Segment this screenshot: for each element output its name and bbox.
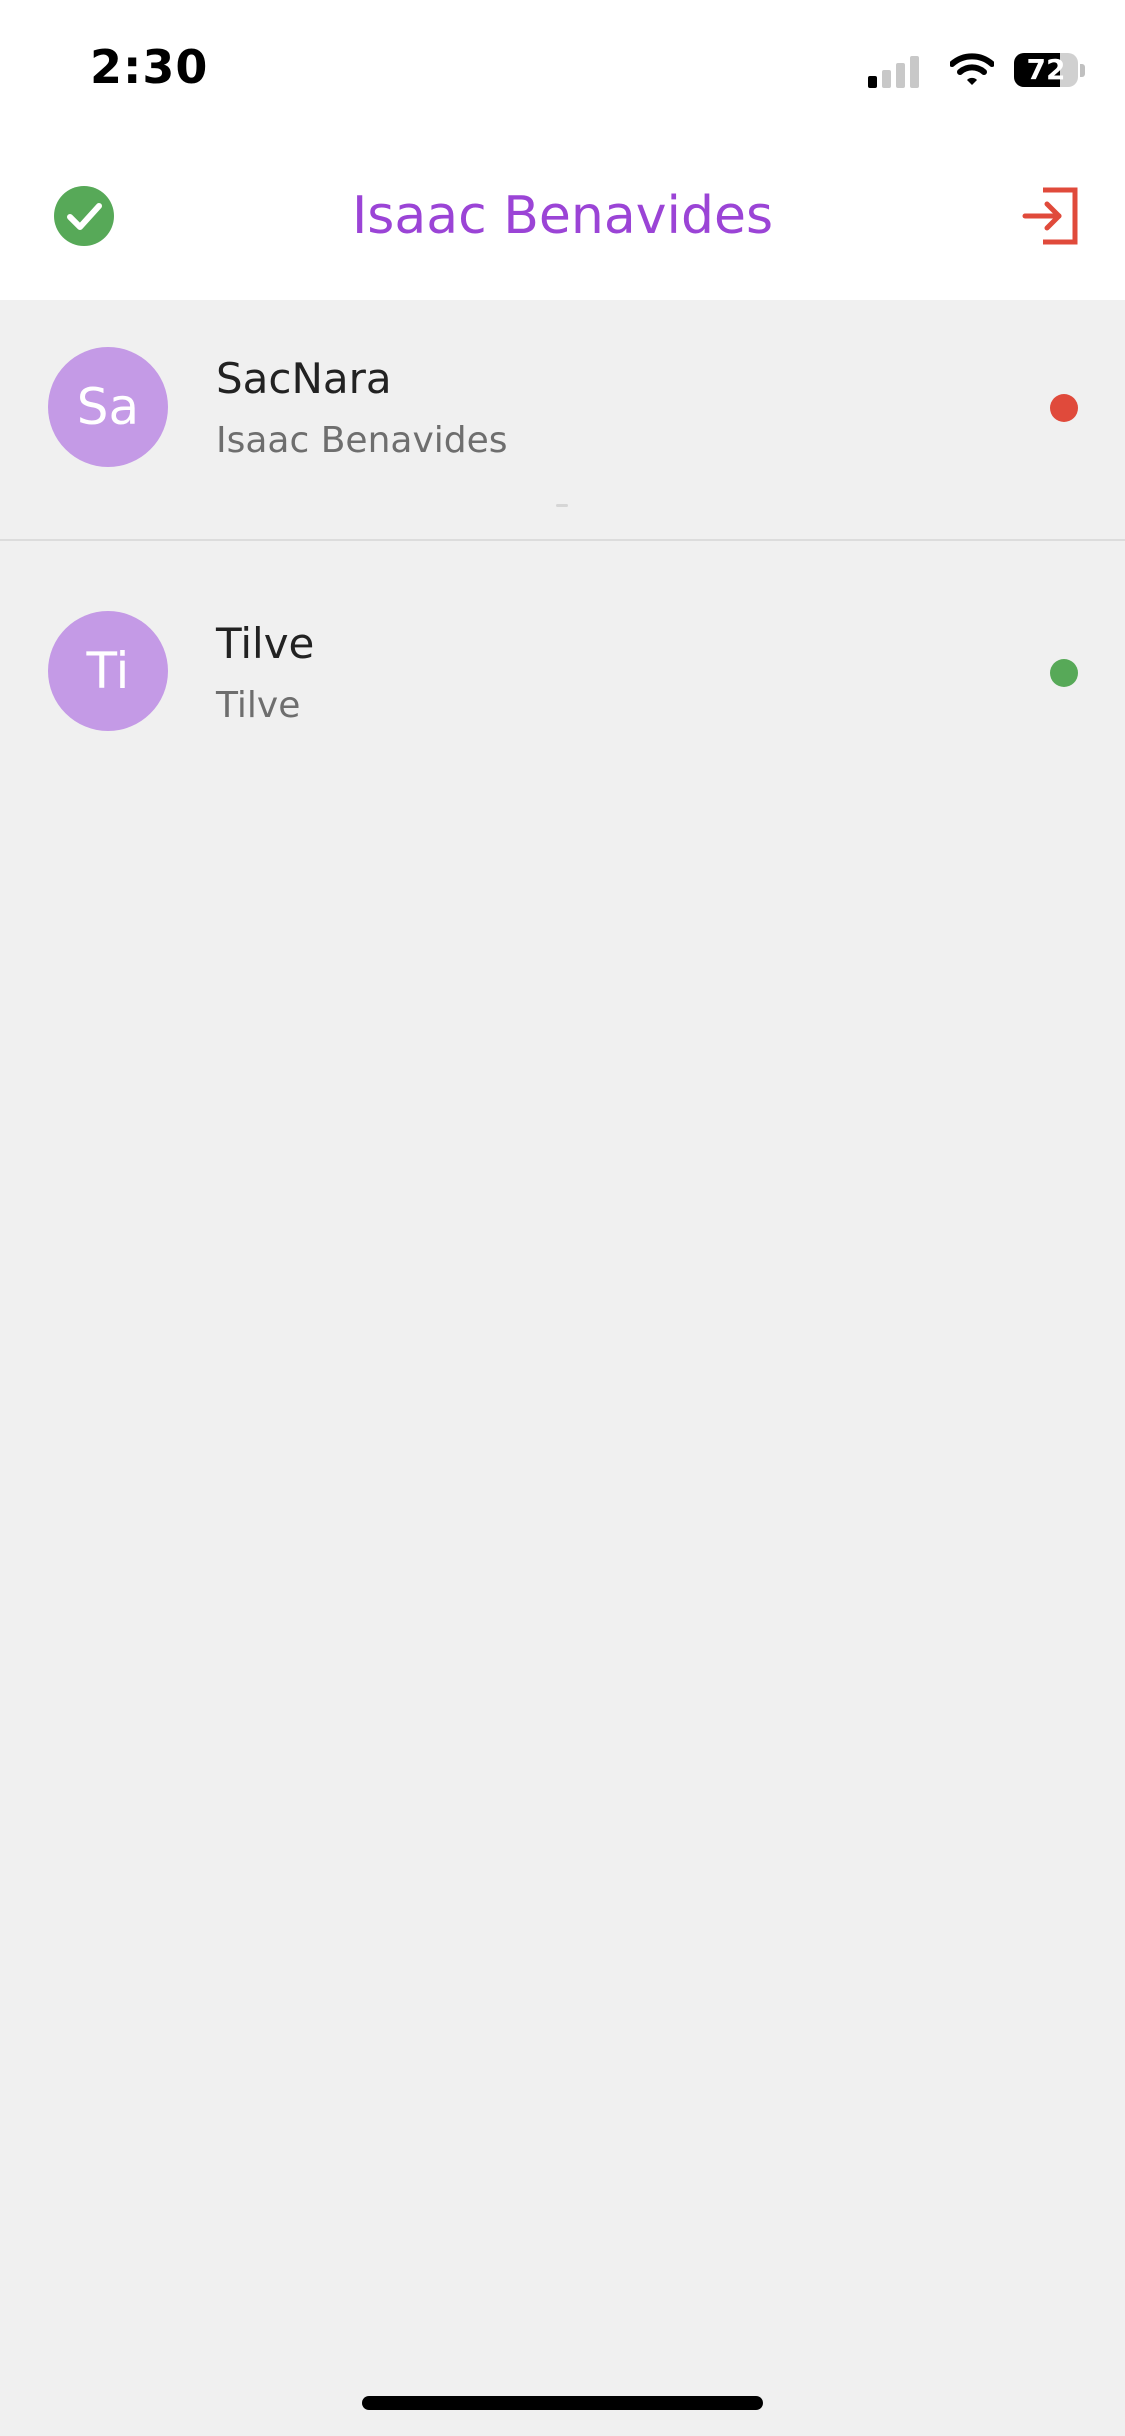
contact-subtitle: Isaac Benavides <box>216 420 508 461</box>
status-icons: 72 <box>868 48 1085 92</box>
contact-name: Tilve <box>216 619 315 668</box>
battery-cap <box>1080 63 1085 77</box>
status-bar: 2:30 72 <box>0 0 1125 140</box>
battery-icon: 72 <box>1014 53 1078 87</box>
contact-list: Sa SacNara Isaac Benavides Ti Tilve Tilv… <box>0 300 1125 779</box>
contact-row-sacnara[interactable]: Sa SacNara Isaac Benavides <box>0 300 1125 539</box>
app-header: Isaac Benavides <box>0 140 1125 300</box>
contact-subtitle: Tilve <box>216 685 301 726</box>
home-indicator[interactable] <box>362 2396 763 2410</box>
contact-row-tilve[interactable]: Ti Tilve Tilve <box>0 541 1125 779</box>
wifi-icon <box>950 53 994 85</box>
status-time: 2:30 <box>90 40 209 94</box>
avatar: Ti <box>48 611 168 731</box>
offline-status-dot <box>1050 394 1078 422</box>
logout-icon[interactable] <box>1019 184 1083 248</box>
battery-level-text: 72 <box>1026 53 1066 86</box>
drag-handle <box>556 504 568 507</box>
cellular-signal-icon <box>868 52 924 88</box>
avatar: Sa <box>48 347 168 467</box>
contact-name: SacNara <box>216 354 392 403</box>
page-title: Isaac Benavides <box>351 186 774 246</box>
online-status-dot <box>1050 659 1078 687</box>
